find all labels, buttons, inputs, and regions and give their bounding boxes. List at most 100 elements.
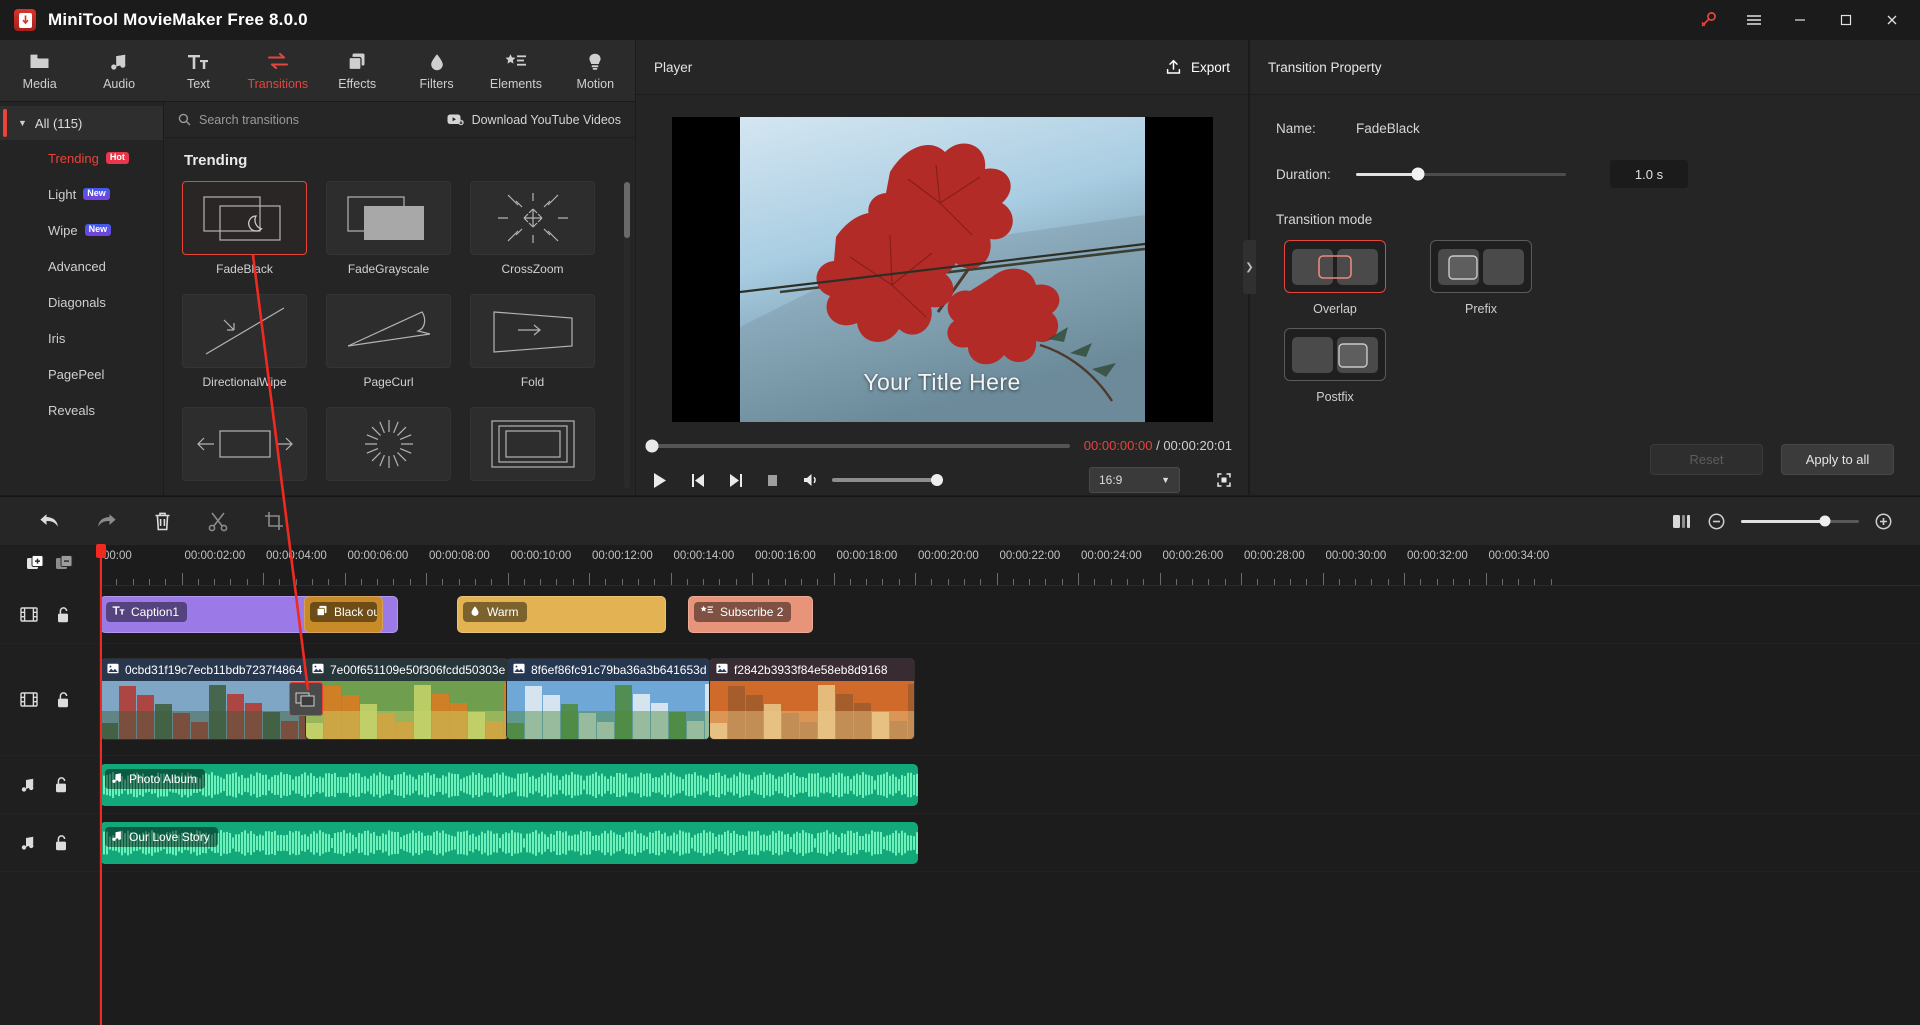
zoom-in-button[interactable]: [1875, 496, 1892, 546]
volume-slider[interactable]: [832, 474, 943, 486]
transition-tile[interactable]: [326, 407, 451, 488]
panel-collapse-toggle[interactable]: ❯: [1243, 240, 1256, 294]
library-scrollbar-thumb[interactable]: [624, 182, 630, 238]
fullscreen-button[interactable]: [1216, 472, 1232, 488]
category-item-diagonals[interactable]: Diagonals: [0, 284, 163, 320]
delete-button[interactable]: [134, 496, 190, 546]
transition-clip-marker[interactable]: [289, 682, 323, 716]
crop-button[interactable]: [246, 496, 302, 546]
transition-mode-prefix[interactable]: Prefix: [1422, 240, 1540, 316]
ruler-tick-minor: [1257, 579, 1259, 585]
duration-value[interactable]: 1.0 s: [1610, 160, 1688, 188]
previous-frame-button[interactable]: [690, 472, 706, 489]
category-item-pagepeel[interactable]: PagePeel: [0, 356, 163, 392]
reset-button[interactable]: Reset: [1650, 444, 1763, 475]
volume-knob[interactable]: [931, 474, 943, 486]
next-frame-button[interactable]: [728, 472, 744, 489]
track-audio-2[interactable]: Our Love Story: [100, 814, 1920, 872]
duration-slider-knob[interactable]: [1411, 167, 1425, 181]
add-track-icon[interactable]: [26, 554, 45, 578]
fade-grayscale-thumb: [326, 181, 451, 255]
ribbon-tab-text[interactable]: Text: [159, 40, 238, 102]
overlay-clip[interactable]: Warm: [457, 596, 666, 633]
ruler-tick-minor: [800, 579, 802, 585]
export-button[interactable]: Export: [1165, 59, 1230, 76]
download-youtube-button[interactable]: Download YouTube Videos: [447, 113, 621, 127]
redo-button[interactable]: [78, 496, 134, 546]
ribbon-tab-transitions[interactable]: Transitions: [238, 40, 317, 102]
transition-mode-postfix[interactable]: Postfix: [1276, 328, 1394, 404]
timeline-ruler[interactable]: 00:00 00:00:02:00 00:00:04:00 00:00:06:00 00…: [100, 546, 1920, 586]
transition-tile[interactable]: [470, 407, 595, 488]
video-clip[interactable]: 8f6ef86fc91c79ba36a3b641653d: [506, 658, 710, 740]
track-header-video-0[interactable]: [0, 586, 99, 644]
video-clip[interactable]: 0cbd31f19c7ecb11bdb7237f4864: [100, 658, 311, 740]
page-curl-thumb: [326, 294, 451, 368]
play-button[interactable]: [652, 472, 668, 489]
audio-clip[interactable]: Photo Album: [100, 764, 918, 806]
maximize-icon[interactable]: [1824, 1, 1868, 39]
ribbon-tab-elements[interactable]: Elements: [476, 40, 555, 102]
close-icon[interactable]: [1870, 1, 1914, 39]
unlock-icon[interactable]: [56, 606, 70, 624]
category-item-trending[interactable]: Trending Hot: [0, 140, 163, 176]
timeline-zoom-slider[interactable]: [1741, 515, 1859, 527]
category-item-wipe[interactable]: Wipe New: [0, 212, 163, 248]
video-stage[interactable]: Your Title Here: [671, 117, 1213, 422]
minimize-icon[interactable]: [1778, 1, 1822, 39]
track-header-video-1[interactable]: [0, 644, 99, 756]
remove-track-icon[interactable]: [55, 554, 74, 578]
ribbon-tab-media[interactable]: Media: [0, 40, 79, 102]
transition-tile[interactable]: Fold: [470, 294, 595, 389]
category-item-advanced[interactable]: Advanced: [0, 248, 163, 284]
stop-button[interactable]: [766, 473, 780, 488]
ruler-tick-minor: [311, 579, 313, 585]
ribbon-tab-filters[interactable]: Filters: [397, 40, 476, 102]
overlay-clip[interactable]: Black ou: [304, 596, 383, 633]
playhead-grip[interactable]: [96, 544, 106, 558]
apply-to-all-button[interactable]: Apply to all: [1781, 444, 1894, 475]
player-seek-bar[interactable]: [645, 439, 1070, 452]
track-audio-1[interactable]: Photo Album: [100, 756, 1920, 814]
split-view-icon[interactable]: [1672, 496, 1692, 546]
transition-mode-overlap[interactable]: Overlap: [1276, 240, 1394, 316]
transition-tile[interactable]: FadeBlack: [182, 181, 307, 276]
transition-tile[interactable]: DirectionalWipe: [182, 294, 307, 389]
transition-tile[interactable]: PageCurl: [326, 294, 451, 389]
ribbon-tab-audio[interactable]: Audio: [79, 40, 158, 102]
category-all[interactable]: ▼ All (115): [0, 106, 163, 140]
video-clip[interactable]: f2842b3933f84e58eb8d9168: [709, 658, 915, 740]
track-header-audio-3[interactable]: [0, 814, 99, 872]
transition-tile[interactable]: FadeGrayscale: [326, 181, 451, 276]
unlock-icon[interactable]: [54, 834, 68, 852]
ribbon-tab-motion[interactable]: Motion: [556, 40, 635, 102]
hamburger-menu-icon[interactable]: [1732, 1, 1776, 39]
track-header-audio-2[interactable]: [0, 756, 99, 814]
timeline-zoom-knob[interactable]: [1819, 515, 1831, 527]
player-seek-knob[interactable]: [645, 439, 659, 452]
track-overlay[interactable]: Caption1 Black ou Warm Subscribe 2: [100, 586, 1920, 644]
category-item-iris[interactable]: Iris: [0, 320, 163, 356]
ruler-tick-minor: [360, 579, 362, 585]
overlay-clip[interactable]: Subscribe 2: [688, 596, 813, 633]
video-clip[interactable]: 7e00f651109e50f306fcdd50303e: [305, 658, 509, 740]
audio-clip[interactable]: Our Love Story: [100, 822, 918, 864]
aspect-ratio-select[interactable]: 16:9 ▼: [1089, 467, 1180, 493]
unlock-icon[interactable]: [56, 691, 70, 709]
key-icon[interactable]: [1686, 1, 1730, 39]
split-button[interactable]: [190, 496, 246, 546]
ribbon-tab-effects[interactable]: Effects: [318, 40, 397, 102]
transition-tile[interactable]: CrossZoom: [470, 181, 595, 276]
volume-button[interactable]: [802, 472, 820, 488]
duration-slider[interactable]: [1356, 167, 1566, 181]
zoom-out-button[interactable]: [1708, 496, 1725, 546]
search-input[interactable]: Search transitions: [178, 113, 299, 127]
film-icon: [20, 691, 38, 708]
undo-button[interactable]: [22, 496, 78, 546]
track-video[interactable]: 0cbd31f19c7ecb11bdb7237f4864 7e00f651109…: [100, 644, 1920, 756]
timeline-playhead[interactable]: [96, 544, 106, 1025]
transition-tile[interactable]: [182, 407, 307, 488]
category-item-reveals[interactable]: Reveals: [0, 392, 163, 428]
unlock-icon[interactable]: [54, 776, 68, 794]
category-item-light[interactable]: Light New: [0, 176, 163, 212]
